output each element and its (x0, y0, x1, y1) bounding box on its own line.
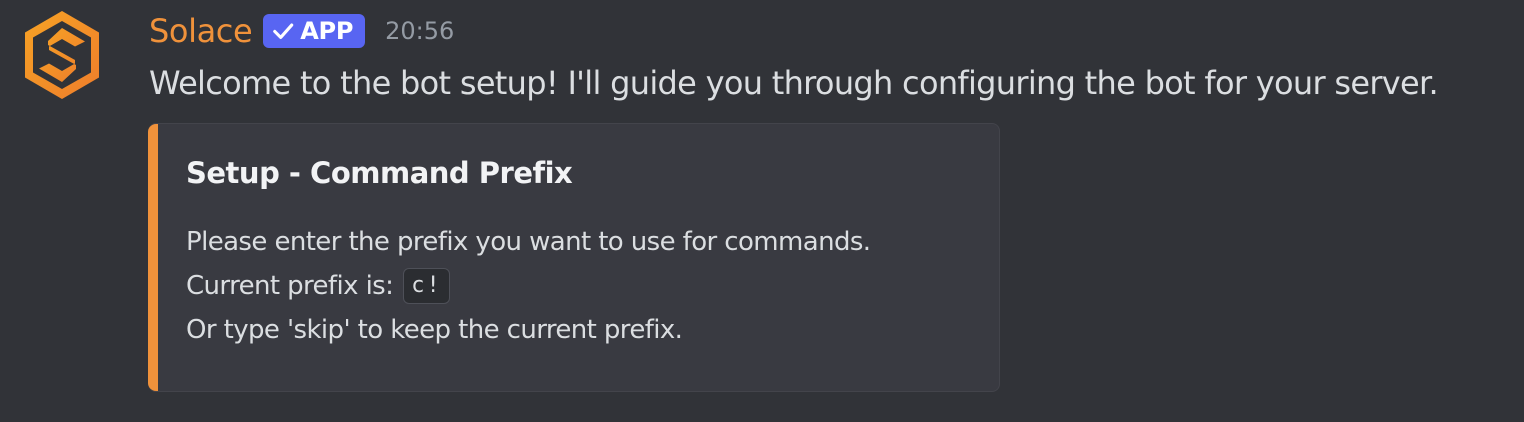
embed-line: Current prefix is: c! (186, 264, 870, 308)
avatar[interactable] (20, 8, 104, 102)
embed-line-text: Current prefix is: (186, 271, 394, 301)
embed-description: Please enter the prefix you want to use … (186, 220, 871, 352)
app-badge: APP (263, 14, 366, 48)
app-badge-label: APP (300, 17, 354, 45)
embed-line-text: Or type 'skip' to keep the current prefi… (186, 315, 683, 345)
embed-body: Setup - Command Prefix Please enter the … (158, 124, 871, 391)
current-prefix-code: c! (403, 268, 450, 304)
embed-line-text: Please enter the prefix you want to use … (186, 227, 871, 257)
checkmark-icon (273, 23, 294, 39)
embed-accent-bar (148, 124, 158, 391)
chat-message: Solace APP 20:56 Welcome to the bot setu… (0, 0, 1524, 422)
embed-line: Please enter the prefix you want to use … (186, 220, 871, 264)
embed: Setup - Command Prefix Please enter the … (148, 123, 1000, 392)
embed-title: Setup - Command Prefix (186, 156, 573, 190)
username[interactable]: Solace (149, 10, 253, 52)
message-text: Welcome to the bot setup! I'll guide you… (149, 64, 1439, 102)
timestamp[interactable]: 20:56 (385, 10, 454, 52)
embed-line: Or type 'skip' to keep the current prefi… (186, 308, 870, 352)
solace-logo-icon (25, 11, 99, 99)
message-header: Solace APP 20:56 (149, 10, 454, 52)
